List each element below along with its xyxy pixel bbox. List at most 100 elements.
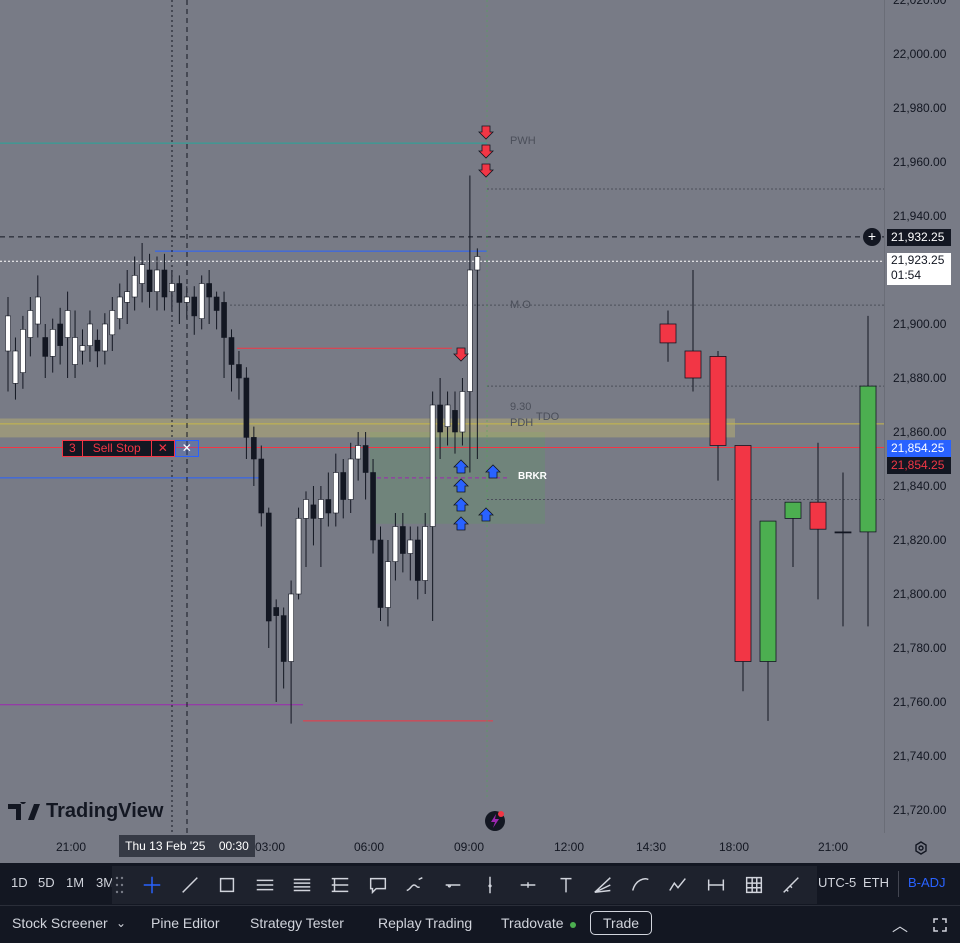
candle-body (459, 391, 466, 433)
ruler-icon[interactable] (779, 873, 803, 897)
rectangle-icon[interactable] (215, 873, 239, 897)
candle-body (392, 526, 399, 562)
candle-body (400, 526, 406, 554)
timeframe-1d[interactable]: 1D (11, 875, 28, 890)
tradovate-tab[interactable]: Tradovate (501, 915, 564, 931)
timeframe-1m[interactable]: 1M (66, 875, 84, 890)
candle-body (422, 526, 429, 581)
fib-channel-icon[interactable] (290, 873, 314, 897)
candle-body (124, 291, 130, 303)
date-range-icon[interactable] (704, 873, 728, 897)
countdown-label: 01:54 (891, 268, 922, 283)
chart-canvas[interactable] (0, 0, 884, 833)
sell-stop-order[interactable]: 3 Sell Stop ✕ ✕ (62, 440, 199, 457)
cursor-date: Thu 13 Feb '25 (125, 839, 206, 853)
candle-body (437, 404, 443, 433)
price-label: 21,900.00 (893, 317, 947, 331)
settings-icon[interactable] (913, 840, 929, 856)
tv-logo-text: TradingView (46, 800, 164, 822)
price-label: 21,780.00 (893, 641, 947, 655)
callout-icon[interactable] (366, 873, 390, 897)
candle-body (131, 275, 138, 298)
crosshair-price-tag: 21,932.25 (887, 228, 951, 246)
candle-body (318, 499, 324, 519)
price-label: 21,720.00 (893, 803, 947, 817)
candle-body (64, 310, 71, 338)
toolbar-divider (898, 871, 899, 897)
curve-icon[interactable] (629, 873, 653, 897)
candle-body (243, 377, 250, 438)
candle-body (161, 269, 168, 298)
adjust-button[interactable]: B-ADJ (908, 875, 946, 890)
vertical-line-icon[interactable] (478, 873, 502, 897)
fib-fan-icon[interactable] (591, 873, 615, 897)
candle-body (184, 296, 190, 303)
candle-body (265, 512, 272, 622)
candle-body (206, 283, 212, 298)
candle-body (251, 437, 257, 460)
bid-price-tag: 21,854.25 (887, 439, 951, 457)
add-alert-icon[interactable]: + (863, 227, 881, 246)
text-icon[interactable] (554, 873, 578, 897)
order-cancel-button[interactable]: ✕ (174, 440, 199, 457)
order-type[interactable]: Sell Stop (82, 440, 152, 457)
candle-body (198, 283, 205, 319)
trendline-icon[interactable] (178, 873, 202, 897)
price-label: 22,000.00 (893, 47, 947, 61)
candle-body (221, 302, 227, 338)
drawing-toolbar (112, 866, 817, 904)
sell-arrow-icon (478, 144, 494, 159)
candle-body (102, 323, 108, 352)
candle-body (34, 296, 41, 325)
sell-arrow-icon (453, 347, 469, 362)
label-mo: M.O (510, 299, 531, 311)
candle-body (49, 329, 56, 357)
stock-screener-tab[interactable]: Stock Screener (12, 915, 108, 931)
strategy-tester-tab[interactable]: Strategy Tester (250, 915, 344, 931)
bolt-icon[interactable] (483, 809, 507, 833)
bottom-bar: Stock Screener ⌄ Pine Editor Strategy Te… (0, 905, 960, 943)
fib-retracement-icon[interactable] (328, 873, 352, 897)
candle-body (72, 337, 78, 365)
timezone-button[interactable]: UTC-5 (818, 875, 856, 890)
price-label: 21,820.00 (893, 533, 947, 547)
candle-body (57, 323, 63, 346)
candle-body (79, 345, 86, 352)
trade-button[interactable]: Trade (590, 911, 653, 935)
drag-handle-icon[interactable] (115, 875, 125, 895)
candle-body (176, 283, 183, 303)
candle-body (414, 539, 421, 581)
horizontal-lines-icon[interactable] (253, 873, 277, 897)
chevron-down-icon[interactable]: ⌄ (116, 916, 126, 930)
candle-body (452, 410, 458, 433)
maximize-icon[interactable] (932, 917, 948, 933)
path-icon[interactable] (666, 873, 690, 897)
chart-area[interactable]: PWH M.O 9.30 PDH TDO BRKR 3 Sell Stop ✕ … (0, 0, 884, 833)
cross-line-icon[interactable] (516, 873, 540, 897)
candle-body (355, 445, 361, 460)
price-axis[interactable]: 22,020.00 22,000.00 21,980.00 21,960.00 21,9… (863, 0, 960, 833)
session-button[interactable]: ETH (863, 875, 889, 890)
candle-body (94, 339, 101, 352)
candle-body (42, 337, 49, 357)
collapse-icon[interactable]: ︿ (892, 912, 908, 936)
candle-body (362, 445, 369, 473)
time-label: 18:00 (718, 840, 750, 854)
pine-editor-tab[interactable]: Pine Editor (151, 915, 219, 931)
candle-body (191, 296, 198, 317)
order-qty[interactable]: 3 (62, 440, 83, 457)
price-label: 21,960.00 (893, 155, 947, 169)
crosshair-icon[interactable] (140, 873, 164, 897)
timeframe-5d[interactable]: 5D (38, 875, 55, 890)
brush-icon[interactable] (403, 873, 427, 897)
candle-body (809, 501, 827, 530)
order-close-button[interactable]: ✕ (151, 440, 175, 457)
time-label: 14:30 (635, 840, 667, 854)
grid-icon[interactable] (742, 873, 766, 897)
label-brkr: BRKR (518, 471, 547, 482)
replay-trading-tab[interactable]: Replay Trading (378, 915, 472, 931)
horizontal-ray-icon[interactable] (441, 873, 465, 897)
candle-body (295, 518, 302, 595)
candle-body (109, 310, 116, 336)
price-label: 21,740.00 (893, 749, 947, 763)
